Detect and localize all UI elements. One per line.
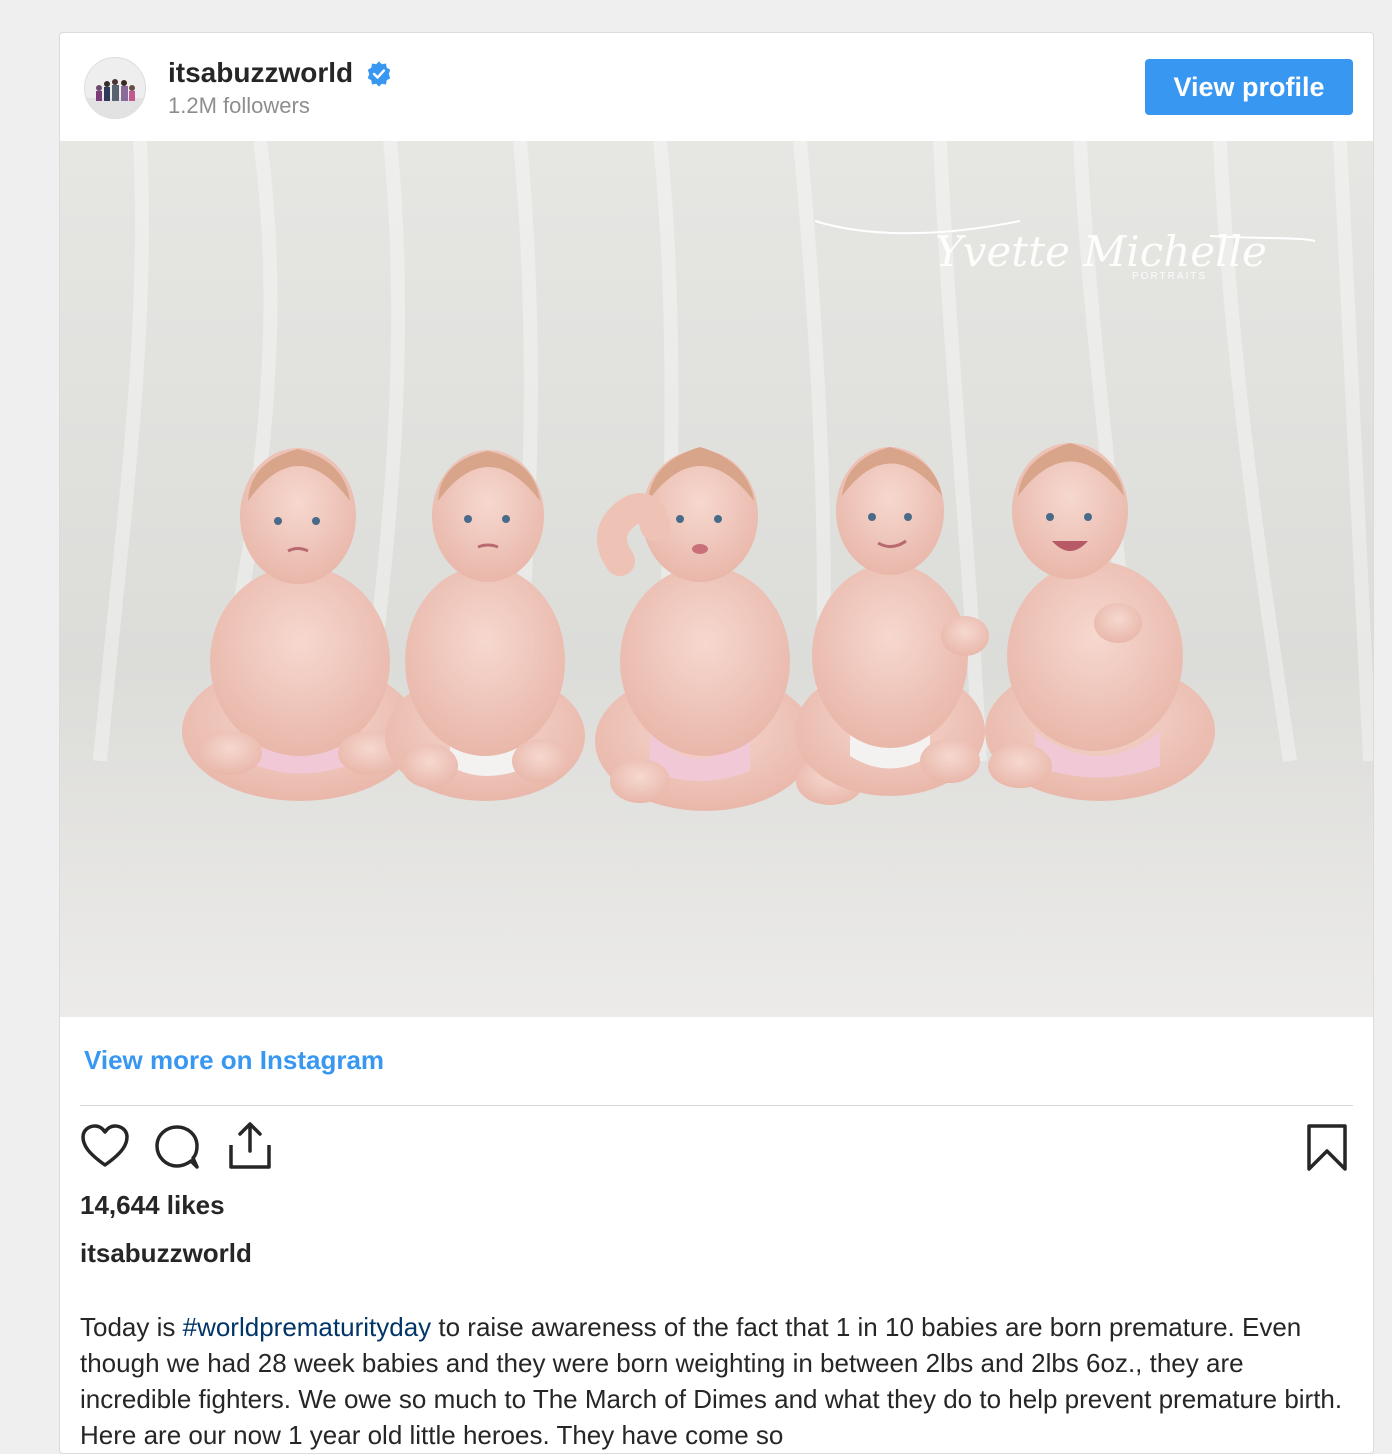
view-more-link[interactable]: View more on Instagram	[84, 1045, 384, 1076]
svg-text:Yvette Michelle: Yvette Michelle	[935, 227, 1267, 276]
post-header: itsabuzzworld 1.2M followers View profil…	[60, 33, 1373, 141]
instagram-embed: itsabuzzworld 1.2M followers View profil…	[59, 32, 1374, 1454]
caption-username[interactable]: itsabuzzworld	[80, 1238, 252, 1269]
divider	[80, 1105, 1353, 1106]
caption-prefix: Today is	[80, 1312, 183, 1342]
heart-icon[interactable]	[80, 1123, 130, 1173]
babies-photo: Yvette Michelle PORTRAITS	[60, 141, 1373, 1017]
bookmark-icon[interactable]	[1305, 1123, 1349, 1173]
share-icon[interactable]	[225, 1121, 275, 1171]
caption-hashtag[interactable]: #worldprematurityday	[183, 1312, 432, 1342]
avatar[interactable]	[84, 57, 146, 119]
comment-icon[interactable]	[153, 1123, 203, 1173]
view-profile-button[interactable]: View profile	[1145, 59, 1353, 115]
post-photo[interactable]: Yvette Michelle PORTRAITS	[60, 141, 1373, 1017]
like-count[interactable]: 14,644 likes	[80, 1190, 225, 1221]
post-caption: Today is #worldprematurityday to raise a…	[80, 1309, 1360, 1453]
follower-count: 1.2M followers	[168, 93, 310, 118]
username[interactable]: itsabuzzworld	[168, 57, 353, 89]
verified-badge-icon	[367, 61, 391, 87]
svg-text:PORTRAITS: PORTRAITS	[1132, 271, 1207, 282]
